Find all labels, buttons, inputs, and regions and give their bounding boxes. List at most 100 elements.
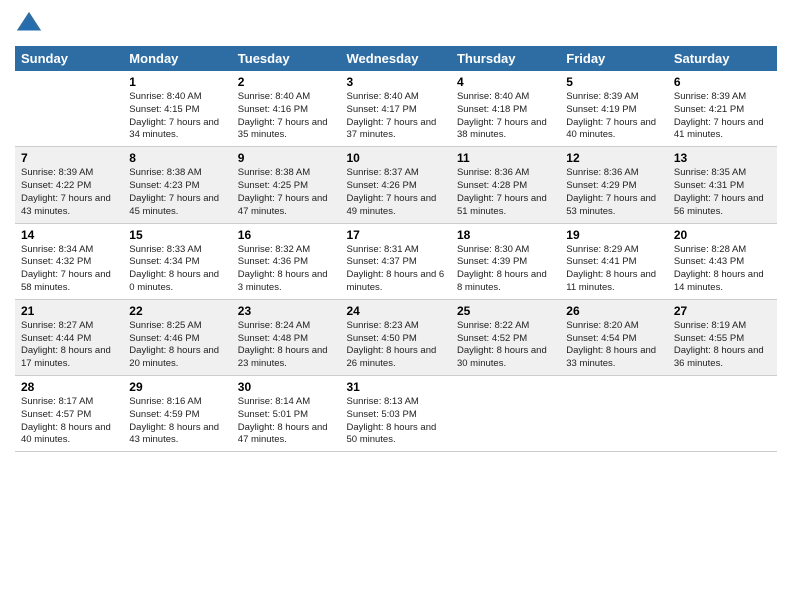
day-number: 14 <box>21 228 117 242</box>
day-number: 16 <box>238 228 335 242</box>
calendar-cell: 26 Sunrise: 8:20 AMSunset: 4:54 PMDayligh… <box>560 299 668 375</box>
day-info: Sunrise: 8:23 AMSunset: 4:50 PMDaylight:… <box>347 320 445 371</box>
day-number: 29 <box>129 380 225 394</box>
day-number: 19 <box>566 228 662 242</box>
day-info: Sunrise: 8:39 AMSunset: 4:19 PMDaylight:… <box>566 91 662 142</box>
day-number: 6 <box>674 75 771 89</box>
day-number: 25 <box>457 304 554 318</box>
day-number: 26 <box>566 304 662 318</box>
calendar-cell: 19 Sunrise: 8:29 AMSunset: 4:41 PMDayligh… <box>560 223 668 299</box>
col-header-friday: Friday <box>560 46 668 71</box>
calendar-cell: 20 Sunrise: 8:28 AMSunset: 4:43 PMDayligh… <box>668 223 777 299</box>
main-container: SundayMondayTuesdayWednesdayThursdayFrid… <box>0 0 792 457</box>
day-number: 21 <box>21 304 117 318</box>
day-info: Sunrise: 8:31 AMSunset: 4:37 PMDaylight:… <box>347 244 445 295</box>
day-number: 3 <box>347 75 445 89</box>
calendar-cell: 13 Sunrise: 8:35 AMSunset: 4:31 PMDayligh… <box>668 147 777 223</box>
day-info: Sunrise: 8:27 AMSunset: 4:44 PMDaylight:… <box>21 320 117 371</box>
day-info: Sunrise: 8:39 AMSunset: 4:22 PMDaylight:… <box>21 167 117 218</box>
day-info: Sunrise: 8:40 AMSunset: 4:17 PMDaylight:… <box>347 91 445 142</box>
day-number: 10 <box>347 151 445 165</box>
col-header-monday: Monday <box>123 46 231 71</box>
day-number: 11 <box>457 151 554 165</box>
calendar-cell: 18 Sunrise: 8:30 AMSunset: 4:39 PMDayligh… <box>451 223 560 299</box>
day-number: 24 <box>347 304 445 318</box>
calendar-cell: 25 Sunrise: 8:22 AMSunset: 4:52 PMDayligh… <box>451 299 560 375</box>
calendar-cell: 14 Sunrise: 8:34 AMSunset: 4:32 PMDayligh… <box>15 223 123 299</box>
calendar-cell: 23 Sunrise: 8:24 AMSunset: 4:48 PMDayligh… <box>232 299 341 375</box>
logo <box>15 10 47 38</box>
day-info: Sunrise: 8:36 AMSunset: 4:29 PMDaylight:… <box>566 167 662 218</box>
day-number: 23 <box>238 304 335 318</box>
calendar-cell: 7 Sunrise: 8:39 AMSunset: 4:22 PMDaylight… <box>15 147 123 223</box>
calendar-cell: 17Sunrise: 8:31 AMSunset: 4:37 PMDayligh… <box>341 223 451 299</box>
day-info: Sunrise: 8:30 AMSunset: 4:39 PMDaylight:… <box>457 244 554 295</box>
calendar-cell: 28 Sunrise: 8:17 AMSunset: 4:57 PMDayligh… <box>15 376 123 452</box>
day-number: 27 <box>674 304 771 318</box>
day-info: Sunrise: 8:38 AMSunset: 4:23 PMDaylight:… <box>129 167 225 218</box>
calendar-cell <box>668 376 777 452</box>
day-number: 5 <box>566 75 662 89</box>
day-number: 4 <box>457 75 554 89</box>
calendar-cell: 4 Sunrise: 8:40 AMSunset: 4:18 PMDaylight… <box>451 71 560 147</box>
day-number: 9 <box>238 151 335 165</box>
calendar-cell: 27 Sunrise: 8:19 AMSunset: 4:55 PMDayligh… <box>668 299 777 375</box>
calendar-cell: 8 Sunrise: 8:38 AMSunset: 4:23 PMDaylight… <box>123 147 231 223</box>
day-number: 7 <box>21 151 117 165</box>
calendar-week-2: 7 Sunrise: 8:39 AMSunset: 4:22 PMDaylight… <box>15 147 777 223</box>
day-info: Sunrise: 8:34 AMSunset: 4:32 PMDaylight:… <box>21 244 117 295</box>
day-info: Sunrise: 8:22 AMSunset: 4:52 PMDaylight:… <box>457 320 554 371</box>
col-header-saturday: Saturday <box>668 46 777 71</box>
calendar-cell: 15 Sunrise: 8:33 AMSunset: 4:34 PMDayligh… <box>123 223 231 299</box>
day-number: 28 <box>21 380 117 394</box>
day-number: 30 <box>238 380 335 394</box>
calendar-cell: 31Sunrise: 8:13 AMSunset: 5:03 PMDayligh… <box>341 376 451 452</box>
calendar-week-4: 21 Sunrise: 8:27 AMSunset: 4:44 PMDayligh… <box>15 299 777 375</box>
col-header-tuesday: Tuesday <box>232 46 341 71</box>
calendar-cell: 30 Sunrise: 8:14 AMSunset: 5:01 PMDayligh… <box>232 376 341 452</box>
day-number: 2 <box>238 75 335 89</box>
day-info: Sunrise: 8:20 AMSunset: 4:54 PMDaylight:… <box>566 320 662 371</box>
calendar-cell: 22Sunrise: 8:25 AMSunset: 4:46 PMDayligh… <box>123 299 231 375</box>
day-info: Sunrise: 8:17 AMSunset: 4:57 PMDaylight:… <box>21 396 117 447</box>
calendar-table: SundayMondayTuesdayWednesdayThursdayFrid… <box>15 46 777 452</box>
calendar-week-1: 1Sunrise: 8:40 AMSunset: 4:15 PMDaylight… <box>15 71 777 147</box>
col-header-wednesday: Wednesday <box>341 46 451 71</box>
calendar-cell: 29 Sunrise: 8:16 AMSunset: 4:59 PMDayligh… <box>123 376 231 452</box>
calendar-cell: 12Sunrise: 8:36 AMSunset: 4:29 PMDayligh… <box>560 147 668 223</box>
day-number: 31 <box>347 380 445 394</box>
day-info: Sunrise: 8:35 AMSunset: 4:31 PMDaylight:… <box>674 167 771 218</box>
day-info: Sunrise: 8:33 AMSunset: 4:34 PMDaylight:… <box>129 244 225 295</box>
day-number: 22 <box>129 304 225 318</box>
day-info: Sunrise: 8:40 AMSunset: 4:18 PMDaylight:… <box>457 91 554 142</box>
calendar-header-row: SundayMondayTuesdayWednesdayThursdayFrid… <box>15 46 777 71</box>
col-header-thursday: Thursday <box>451 46 560 71</box>
day-info: Sunrise: 8:32 AMSunset: 4:36 PMDaylight:… <box>238 244 335 295</box>
calendar-week-3: 14 Sunrise: 8:34 AMSunset: 4:32 PMDayligh… <box>15 223 777 299</box>
calendar-cell: 11 Sunrise: 8:36 AMSunset: 4:28 PMDayligh… <box>451 147 560 223</box>
day-info: Sunrise: 8:36 AMSunset: 4:28 PMDaylight:… <box>457 167 554 218</box>
day-info: Sunrise: 8:29 AMSunset: 4:41 PMDaylight:… <box>566 244 662 295</box>
day-number: 20 <box>674 228 771 242</box>
col-header-sunday: Sunday <box>15 46 123 71</box>
calendar-cell: 1Sunrise: 8:40 AMSunset: 4:15 PMDaylight… <box>123 71 231 147</box>
day-info: Sunrise: 8:40 AMSunset: 4:15 PMDaylight:… <box>129 91 225 142</box>
header <box>15 10 777 38</box>
day-info: Sunrise: 8:37 AMSunset: 4:26 PMDaylight:… <box>347 167 445 218</box>
day-number: 8 <box>129 151 225 165</box>
day-info: Sunrise: 8:28 AMSunset: 4:43 PMDaylight:… <box>674 244 771 295</box>
calendar-cell: 2Sunrise: 8:40 AMSunset: 4:16 PMDaylight… <box>232 71 341 147</box>
day-info: Sunrise: 8:24 AMSunset: 4:48 PMDaylight:… <box>238 320 335 371</box>
day-number: 15 <box>129 228 225 242</box>
day-info: Sunrise: 8:19 AMSunset: 4:55 PMDaylight:… <box>674 320 771 371</box>
calendar-cell: 24 Sunrise: 8:23 AMSunset: 4:50 PMDayligh… <box>341 299 451 375</box>
day-number: 18 <box>457 228 554 242</box>
calendar-cell <box>15 71 123 147</box>
calendar-cell <box>451 376 560 452</box>
calendar-cell: 5 Sunrise: 8:39 AMSunset: 4:19 PMDaylight… <box>560 71 668 147</box>
calendar-cell: 10 Sunrise: 8:37 AMSunset: 4:26 PMDayligh… <box>341 147 451 223</box>
day-info: Sunrise: 8:14 AMSunset: 5:01 PMDaylight:… <box>238 396 335 447</box>
day-info: Sunrise: 8:38 AMSunset: 4:25 PMDaylight:… <box>238 167 335 218</box>
day-number: 13 <box>674 151 771 165</box>
day-info: Sunrise: 8:16 AMSunset: 4:59 PMDaylight:… <box>129 396 225 447</box>
